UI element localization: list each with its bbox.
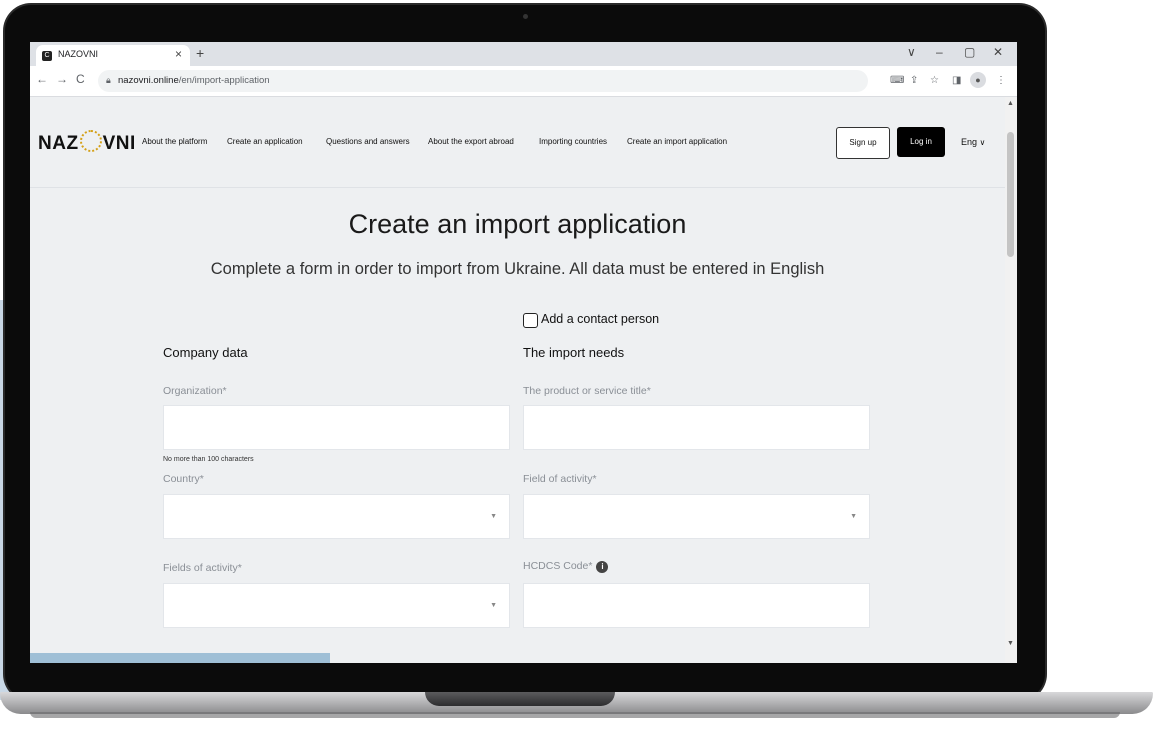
window-close-button[interactable]: ✕	[993, 45, 1003, 59]
import-needs-heading: The import needs	[523, 345, 625, 360]
browser-tabstrip: C NAZOVNI × + ∨ – ▢ ✕	[30, 42, 1017, 66]
dropdown-caret-icon: ▼	[850, 513, 857, 520]
fields-of-activity-select[interactable]: ▼	[163, 583, 510, 628]
share-icon[interactable]: ⇪	[910, 75, 918, 86]
logo-text-right: VNI	[102, 133, 136, 154]
dropdown-caret-icon: ▼	[490, 602, 497, 609]
url-text: nazovni.online/en/import-application	[118, 75, 270, 86]
url-host: nazovni.online	[118, 75, 179, 86]
nav-about-platform[interactable]: About the platform	[142, 137, 207, 146]
add-contact-checkbox[interactable]	[523, 313, 538, 328]
page-content: NAZ VNI About the platform Create an appl…	[30, 97, 1005, 663]
scrollbar-thumb[interactable]	[1007, 132, 1014, 257]
field-of-activity-select[interactable]: ▼	[523, 494, 870, 539]
decorative-strip	[30, 653, 330, 663]
minimize-button[interactable]: –	[936, 45, 943, 59]
nav-export-abroad[interactable]: About the export abroad	[428, 137, 514, 146]
company-data-heading: Company data	[163, 345, 248, 360]
menu-kebab-icon[interactable]: ⋮	[996, 75, 1006, 86]
product-title-label: The product or service title*	[523, 385, 651, 397]
nav-create-import-application[interactable]: Create an import application	[627, 137, 727, 146]
new-tab-button[interactable]: +	[196, 45, 204, 61]
country-label: Country*	[163, 473, 204, 485]
translate-icon[interactable]: ⌨	[890, 75, 904, 86]
side-panel-icon[interactable]: ◨	[952, 75, 961, 86]
page-title: Create an import application	[348, 209, 687, 239]
organization-label: Organization*	[163, 385, 227, 397]
tab-title: NAZOVNI	[58, 49, 99, 59]
signup-button[interactable]: Sign up	[836, 127, 890, 159]
forward-button[interactable]: →	[56, 72, 68, 86]
logo-text-left: NAZ	[38, 133, 79, 154]
nav-questions-answers[interactable]: Questions and answers	[326, 137, 410, 146]
tab-close-icon[interactable]: ×	[175, 47, 182, 61]
scroll-down-icon[interactable]: ▼	[1007, 640, 1014, 647]
site-header: NAZ VNI About the platform Create an appl…	[30, 97, 1005, 188]
chevron-down-icon: ∨	[979, 138, 986, 147]
profile-avatar-icon[interactable]: ●	[970, 72, 986, 88]
laptop-base-notch	[425, 692, 615, 706]
laptop-base-shadow	[30, 712, 1120, 718]
product-title-input[interactable]	[523, 405, 870, 450]
laptop-screen: C NAZOVNI × + ∨ – ▢ ✕ ← → C 🔒︎ nazovni.o…	[30, 42, 1017, 663]
browser-tab[interactable]: C NAZOVNI ×	[36, 45, 190, 66]
language-label: Eng	[961, 137, 978, 147]
language-selector[interactable]: Eng ∨	[961, 137, 985, 147]
browser-toolbar: ← → C 🔒︎ nazovni.online/en/import-applic…	[30, 66, 1017, 97]
organization-input[interactable]	[163, 405, 510, 450]
favicon-icon: C	[42, 51, 52, 61]
back-button[interactable]: ←	[36, 72, 48, 86]
address-bar[interactable]: 🔒︎ nazovni.online/en/import-application	[98, 70, 868, 92]
scroll-up-icon[interactable]: ▲	[1007, 100, 1014, 107]
nav-create-application[interactable]: Create an application	[227, 137, 303, 146]
hcdcs-label-text: HCDCS Code*	[523, 560, 593, 572]
bookmark-star-icon[interactable]: ☆	[930, 75, 939, 86]
dropdown-caret-icon: ▼	[490, 513, 497, 520]
hcdcs-label: HCDCS Code* i	[523, 560, 609, 573]
site-logo[interactable]: NAZ VNI	[38, 130, 136, 155]
reload-button[interactable]: C	[76, 72, 85, 86]
fields-of-activity-label: Fields of activity*	[163, 562, 242, 574]
organization-note: No more than 100 characters	[163, 456, 254, 463]
add-contact-label[interactable]: Add a contact person	[541, 312, 659, 326]
login-button[interactable]: Log in	[897, 127, 945, 157]
restore-button[interactable]: ▢	[964, 45, 975, 59]
url-path: /en/import-application	[178, 75, 270, 86]
page-subtitle: Complete a form in order to import from …	[210, 260, 825, 278]
nav-importing-countries[interactable]: Importing countries	[539, 137, 607, 146]
hcdcs-code-input[interactable]	[523, 583, 870, 628]
field-of-activity-label: Field of activity*	[523, 473, 597, 485]
tab-search-icon[interactable]: ∨	[907, 45, 916, 59]
country-select[interactable]: ▼	[163, 494, 510, 539]
camera-icon	[523, 14, 528, 19]
logo-sun-icon	[79, 130, 102, 152]
info-icon[interactable]: i	[596, 561, 609, 573]
lock-icon[interactable]: 🔒︎	[106, 75, 111, 86]
